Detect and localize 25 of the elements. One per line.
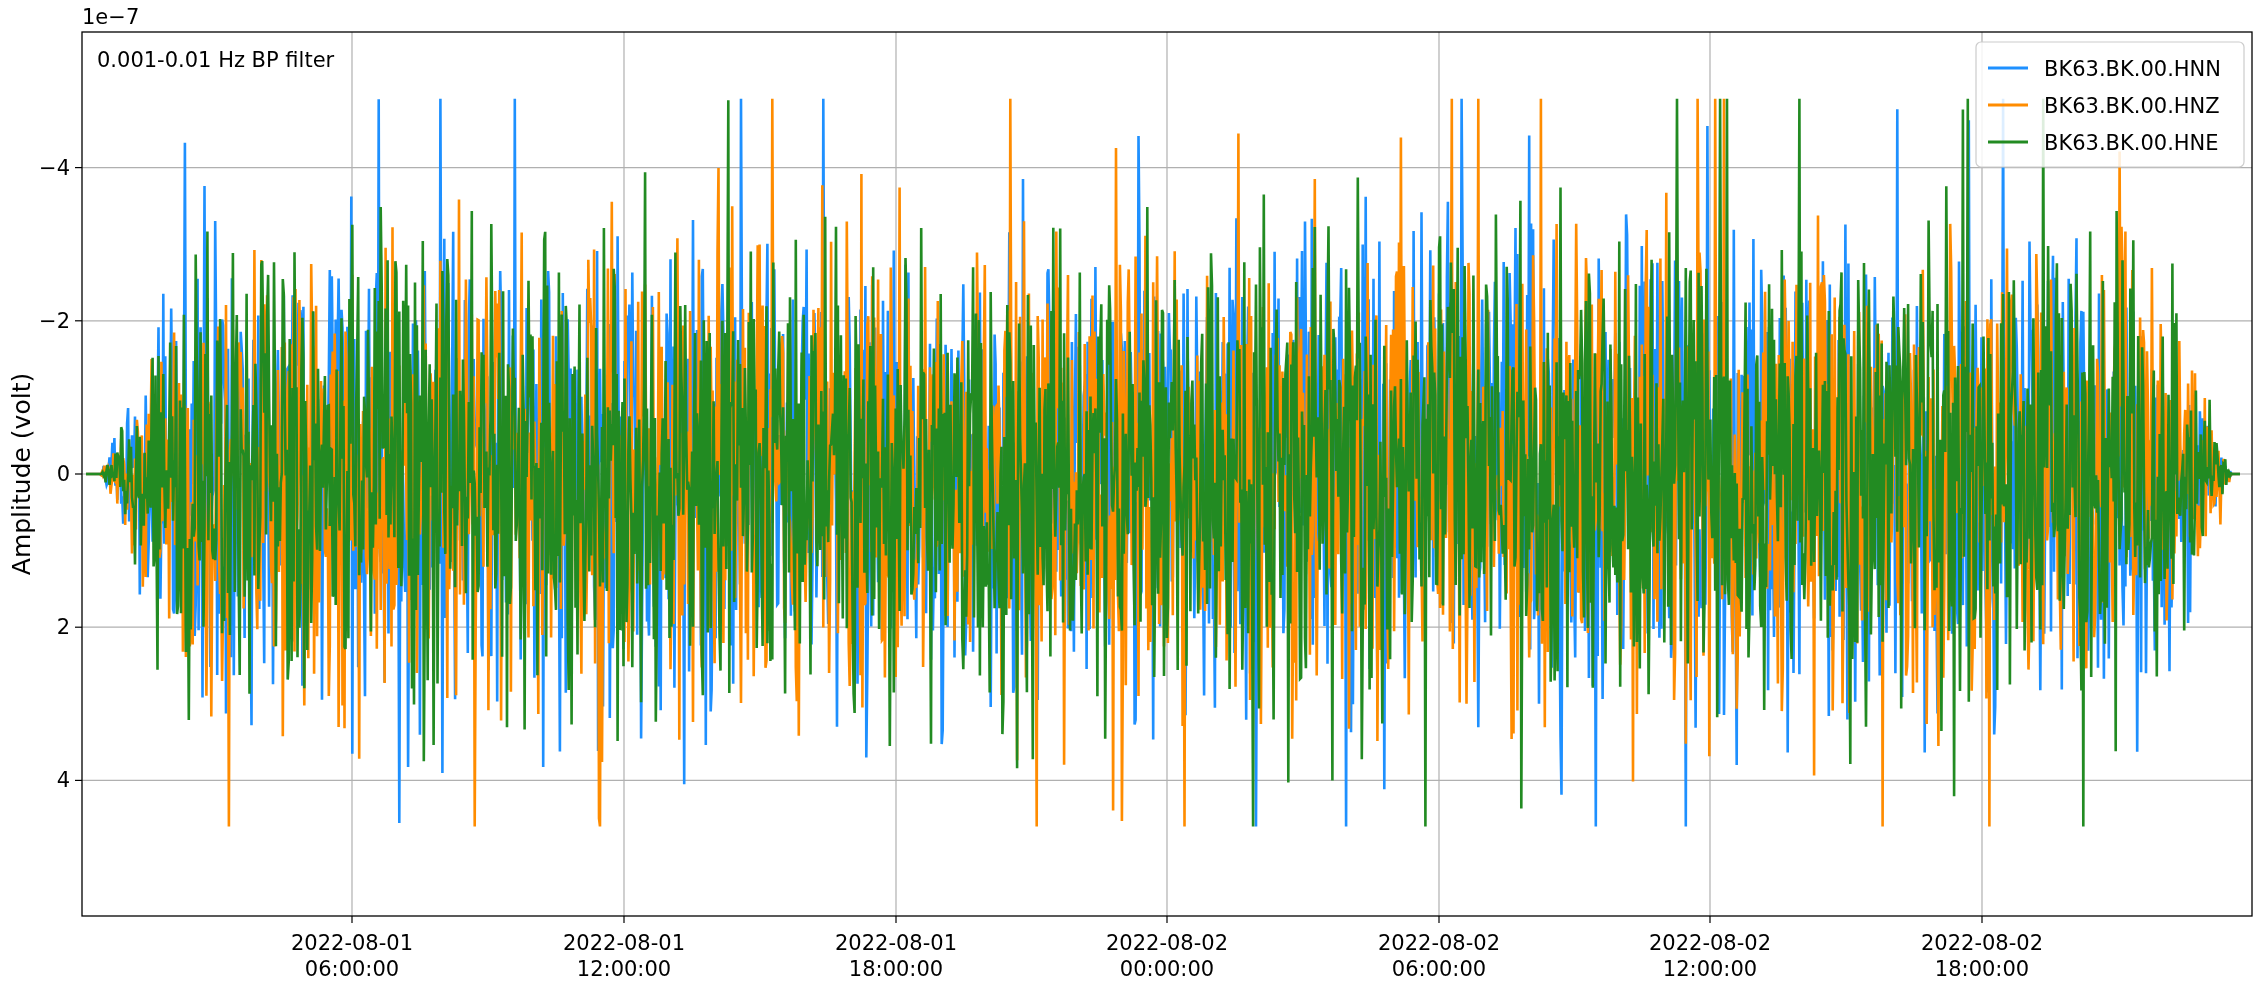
axis-offset-label: 1e−7 xyxy=(82,5,140,29)
y-tick-label: 0 xyxy=(56,462,70,486)
x-tick-label: 18:00:00 xyxy=(848,957,944,981)
y-tick-label: 4 xyxy=(56,768,70,793)
x-tick-label: 2022-08-02 xyxy=(1921,931,2043,955)
x-tick-label: 2022-08-01 xyxy=(835,931,957,955)
y-tick-label: −4 xyxy=(39,155,70,180)
legend-label: BK63.BK.00.HNN xyxy=(2044,57,2222,81)
x-tick-label: 2022-08-01 xyxy=(291,931,413,955)
x-tick-label: 2022-08-02 xyxy=(1378,931,1500,955)
x-tick-label: 12:00:00 xyxy=(576,957,672,981)
y-tick-label: 2 xyxy=(56,615,70,640)
legend-label: BK63.BK.00.HNZ xyxy=(2044,94,2220,118)
legend-label: BK63.BK.00.HNE xyxy=(2044,131,2219,155)
x-tick-label: 2022-08-02 xyxy=(1106,931,1228,955)
annotation-text: 0.001-0.01 Hz BP filter xyxy=(97,48,335,72)
x-tick-label: 2022-08-01 xyxy=(563,931,685,955)
x-tick-label: 06:00:00 xyxy=(304,957,400,981)
y-tick-label: −2 xyxy=(39,308,70,333)
x-tick-label: 12:00:00 xyxy=(1662,957,1758,981)
x-tick-label: 18:00:00 xyxy=(1934,957,2030,981)
x-tick-label: 2022-08-02 xyxy=(1649,931,1771,955)
x-tick-label: 00:00:00 xyxy=(1119,957,1215,981)
x-tick-label: 06:00:00 xyxy=(1391,957,1487,981)
y-axis-label: Amplitude (volt) xyxy=(7,372,36,576)
